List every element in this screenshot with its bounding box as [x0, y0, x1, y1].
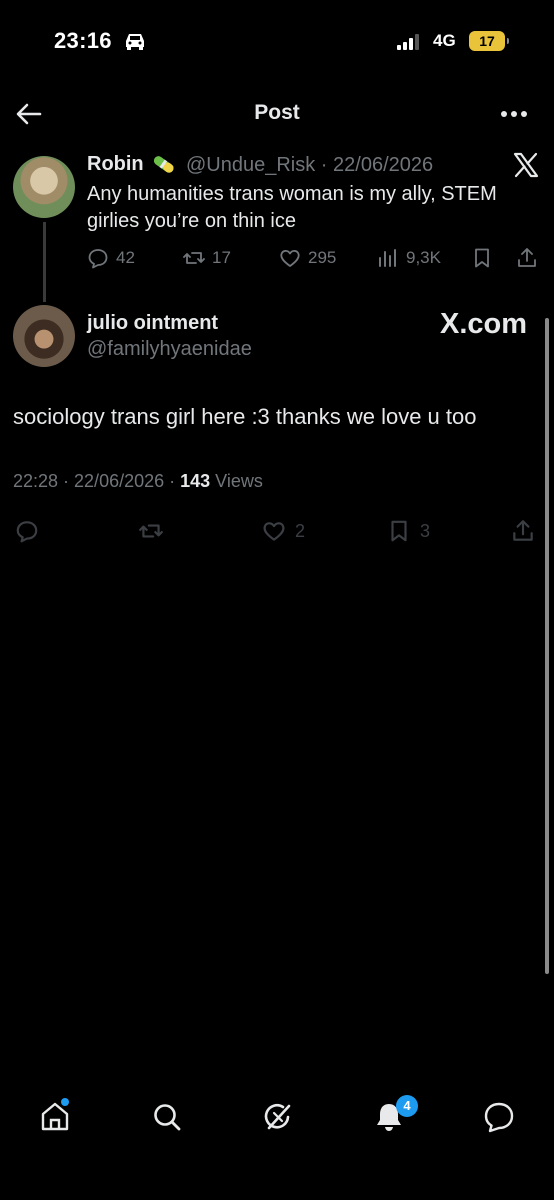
like-icon [263, 522, 285, 541]
reply-count: 42 [116, 248, 135, 267]
messages-icon[interactable] [482, 1100, 516, 1134]
pill-emoji-icon [153, 156, 174, 173]
post-text: sociology trans girl here :3 thanks we l… [13, 404, 477, 429]
avatar[interactable] [13, 305, 75, 367]
avatar[interactable] [13, 156, 75, 218]
like-count: 295 [308, 248, 337, 267]
search-icon[interactable] [150, 1100, 184, 1134]
bookmark-count: 3 [420, 520, 431, 541]
signal-icon [397, 34, 419, 50]
bookmark-icon [391, 520, 407, 542]
battery-indicator: 17 [469, 31, 509, 51]
post-meta: 22:28 · 22/06/2026 · 143 Views [13, 471, 263, 492]
repost-button[interactable]: 17 [182, 244, 231, 272]
reply-icon [16, 521, 38, 543]
reply-button[interactable]: 42 [86, 244, 135, 272]
thread-line [43, 222, 46, 302]
more-icon[interactable] [498, 102, 530, 126]
view-count: 9,3K [406, 248, 441, 267]
share-icon [518, 248, 536, 267]
x-logo-icon [513, 152, 539, 178]
share-button[interactable] [510, 516, 536, 546]
like-count: 2 [295, 520, 306, 541]
share-icon [513, 520, 533, 541]
views-label: Views [210, 471, 263, 491]
page-title: Post [254, 101, 300, 124]
reply-icon [88, 249, 108, 269]
repost-icon [139, 524, 163, 538]
network-type: 4G [433, 31, 456, 50]
like-button[interactable]: 295 [278, 244, 336, 272]
views-button[interactable]: 9,3K [376, 244, 441, 272]
views-count: 143 [180, 471, 211, 491]
xcom-watermark: X.com [440, 308, 528, 340]
repost-count: 17 [212, 248, 231, 267]
views-icon [379, 249, 396, 267]
author-handle-date[interactable]: @Undue_Risk · 22/06/2026 [186, 154, 433, 177]
like-button[interactable]: 2 [261, 516, 305, 546]
post-timestamp: 22:28 · 22/06/2026 · [13, 471, 181, 491]
bookmark-icon [475, 248, 489, 268]
notifications-badge: 4 [396, 1095, 418, 1117]
share-button[interactable] [515, 244, 539, 272]
car-icon [126, 34, 144, 50]
author-name[interactable]: julio ointment [87, 312, 218, 335]
post-text: Any humanities trans woman is my ally, S… [87, 183, 497, 232]
grok-icon[interactable] [261, 1100, 295, 1134]
scrollbar[interactable] [545, 318, 549, 974]
author-name[interactable]: Robin [87, 153, 144, 176]
status-time: 23:16 [54, 28, 112, 53]
bookmark-button[interactable] [470, 244, 494, 272]
reply-button[interactable] [14, 516, 40, 546]
repost-icon [183, 252, 205, 264]
like-icon [280, 250, 300, 267]
bookmark-button[interactable]: 3 [386, 516, 430, 546]
author-handle[interactable]: @familyhyaenidae [87, 338, 252, 361]
repost-button[interactable] [138, 516, 164, 546]
home-new-dot [61, 1098, 69, 1106]
